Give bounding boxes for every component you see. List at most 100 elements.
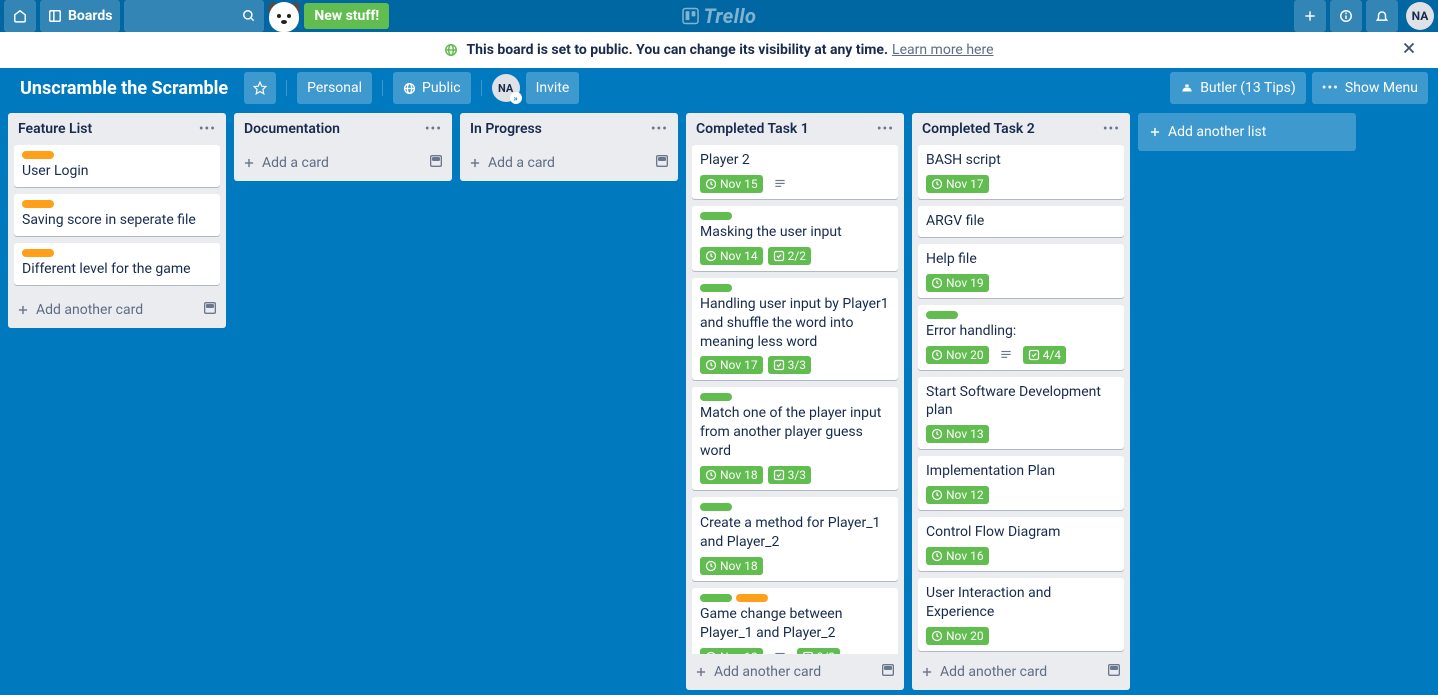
card[interactable]: Error handling:Nov 204/4 [918, 305, 1124, 370]
card[interactable]: User Login [14, 145, 220, 187]
due-badge: Nov 17 [926, 175, 989, 193]
card[interactable]: Create a method for Player_1 and Player_… [692, 497, 898, 581]
new-stuff-button[interactable]: New stuff! [304, 3, 389, 29]
card[interactable]: Player 2Nov 15 [692, 145, 898, 199]
home-button[interactable] [4, 0, 36, 32]
card-template-button[interactable] [428, 153, 444, 173]
card[interactable]: User Interaction and ExperienceNov 20 [918, 578, 1124, 651]
team-button[interactable]: Personal [297, 72, 372, 104]
list-title[interactable]: Completed Task 1 [696, 121, 809, 137]
notifications-button[interactable] [1366, 0, 1398, 32]
card[interactable]: Different level for the game [14, 243, 220, 285]
butler-icon [1180, 81, 1194, 95]
add-list-button[interactable]: Add another list [1138, 113, 1356, 151]
create-button[interactable] [1294, 0, 1326, 32]
close-icon [1400, 39, 1418, 57]
card[interactable]: Help fileNov 19 [918, 244, 1124, 298]
card-template-button[interactable] [880, 662, 896, 682]
visibility-button[interactable]: Public [393, 72, 471, 104]
add-card-button[interactable]: Add a card [242, 155, 329, 171]
boards-button[interactable]: Boards [40, 0, 120, 32]
card-label-green[interactable] [926, 311, 958, 319]
home-icon [13, 9, 27, 23]
chevron-icon: » [510, 92, 522, 104]
public-banner: This board is set to public. You can cha… [0, 32, 1438, 68]
list-menu-button[interactable]: ••• [425, 121, 442, 137]
card[interactable]: Masking the user inputNov 142/2 [692, 206, 898, 271]
card-title: Different level for the game [22, 260, 212, 279]
due-badge: Nov 16 [926, 547, 989, 565]
card-label-orange[interactable] [22, 151, 54, 159]
card[interactable]: BASH script Nov 17 [918, 145, 1124, 199]
due-badge: Nov 15 [700, 175, 763, 193]
due-badge: Nov 20 [926, 346, 989, 364]
card-template-button[interactable] [1106, 662, 1122, 682]
taco-mascot[interactable] [268, 0, 300, 32]
bell-icon [1375, 9, 1389, 23]
due-badge: Nov 13 [926, 425, 989, 443]
due-badge: Nov 17 [700, 356, 763, 374]
add-card-button[interactable]: Add another card [694, 664, 821, 680]
card-template-button[interactable] [654, 153, 670, 173]
list-title[interactable]: In Progress [470, 121, 542, 137]
list-menu-button[interactable]: ••• [651, 121, 668, 137]
list-menu-button[interactable]: ••• [877, 121, 894, 137]
show-menu-button[interactable]: ••• Show Menu [1312, 72, 1428, 104]
list: Completed Task 2 ••• BASH script Nov 17 ARGV… [912, 113, 1130, 690]
list-title[interactable]: Completed Task 2 [922, 121, 1035, 137]
member-avatar[interactable]: NA » [492, 74, 520, 102]
card-title: Handling user input by Player1 and shuff… [700, 295, 890, 352]
list-menu-button[interactable]: ••• [199, 121, 216, 137]
card[interactable]: Saving score in seperate file [14, 194, 220, 236]
card[interactable]: Implementation Plan Nov 12 [918, 456, 1124, 510]
card-label-green[interactable] [700, 212, 732, 220]
card-template-button[interactable] [202, 300, 218, 320]
card-title: BASH script [926, 151, 1116, 170]
card-label-green[interactable] [700, 594, 732, 602]
card-label-orange[interactable] [22, 200, 54, 208]
list-menu-button[interactable]: ••• [1103, 121, 1120, 137]
list-title[interactable]: Feature List [18, 121, 92, 137]
butler-button[interactable]: Butler (13 Tips) [1170, 72, 1306, 104]
add-card-button[interactable]: Add a card [468, 155, 555, 171]
card[interactable]: ARGV file [918, 206, 1124, 237]
card[interactable]: Control Flow Diagram Nov 16 [918, 517, 1124, 571]
board-header: Unscramble the Scramble Personal Public … [0, 68, 1438, 108]
checklist-badge: 2/2 [768, 247, 811, 265]
list: Completed Task 1 ••• Player 2Nov 15 Masking… [686, 113, 904, 690]
list-title[interactable]: Documentation [244, 121, 340, 137]
user-avatar[interactable]: NA [1406, 2, 1434, 30]
search-input[interactable] [124, 0, 264, 32]
card-title: Control Flow Diagram [926, 523, 1116, 542]
invite-button[interactable]: Invite [526, 72, 580, 104]
card-label-orange[interactable] [736, 594, 768, 602]
add-card-button[interactable]: Add another card [16, 302, 143, 318]
due-badge: Nov 12 [926, 486, 989, 504]
card-title: Start Software Development plan [926, 383, 1116, 421]
card[interactable]: Game change between Player_1 and Player_… [692, 588, 898, 654]
banner-link[interactable]: Learn more here [892, 42, 993, 58]
info-icon [1339, 9, 1353, 23]
card-label-green[interactable] [700, 284, 732, 292]
card-label-orange[interactable] [22, 249, 54, 257]
card-title: Match one of the player input from anoth… [700, 404, 890, 461]
card-label-green[interactable] [700, 503, 732, 511]
description-icon [994, 346, 1018, 364]
card[interactable]: Match one of the player input from anoth… [692, 387, 898, 490]
card-title: Masking the user input [700, 223, 890, 242]
trello-logo[interactable]: Trello [682, 4, 757, 28]
card-title: Implementation Plan [926, 462, 1116, 481]
card-title: Error handling: [926, 322, 1116, 341]
globe-icon [403, 82, 416, 95]
star-button[interactable] [244, 72, 276, 104]
card[interactable]: Handling user input by Player1 and shuff… [692, 278, 898, 381]
card[interactable]: Start Software Development plan Nov 13 [918, 377, 1124, 450]
banner-close[interactable] [1400, 39, 1426, 61]
search-icon [242, 9, 256, 23]
due-badge: Nov 19 [926, 274, 989, 292]
board-title[interactable]: Unscramble the Scramble [10, 78, 238, 99]
card-label-green[interactable] [700, 393, 732, 401]
card-title: Game change between Player_1 and Player_… [700, 605, 890, 643]
add-card-button[interactable]: Add another card [920, 664, 1047, 680]
info-button[interactable] [1330, 0, 1362, 32]
